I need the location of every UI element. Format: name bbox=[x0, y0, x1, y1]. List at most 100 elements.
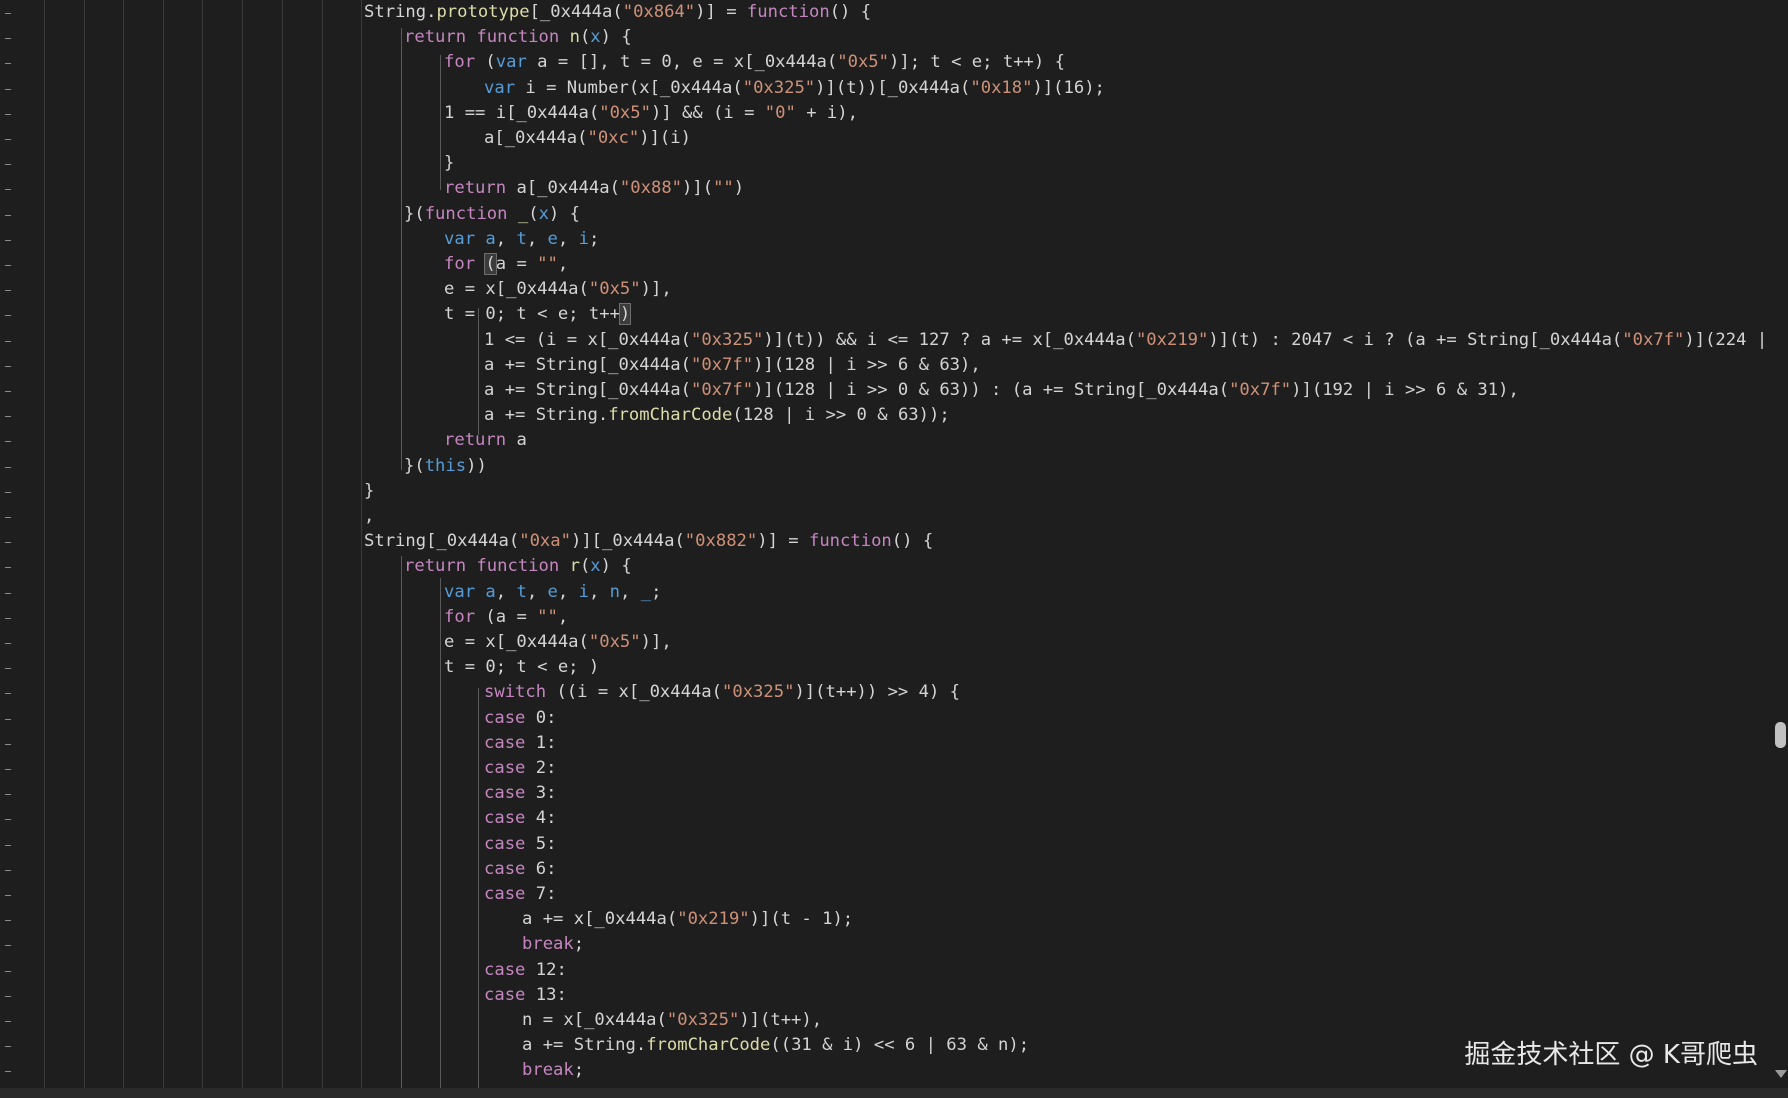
code-token: "0x7f" bbox=[1622, 329, 1685, 350]
code-token: 1: bbox=[535, 732, 557, 753]
code-token: 2: bbox=[535, 758, 557, 778]
vertical-scrollbar[interactable] bbox=[1775, 0, 1788, 1088]
code-token: , bbox=[620, 581, 641, 602]
code-token: ; bbox=[651, 581, 662, 602]
gutter-marker bbox=[5, 416, 11, 418]
code-token: "" bbox=[537, 254, 558, 274]
code-token: a[_0x444a( bbox=[516, 178, 620, 199]
code-line: var i = Number(x[_0x444a("0x325")](t))[_… bbox=[484, 76, 1105, 101]
scrollbar-thumb[interactable] bbox=[1775, 722, 1786, 748]
code-token: , bbox=[557, 606, 569, 627]
gutter-marker bbox=[5, 643, 11, 644]
code-token: case bbox=[484, 808, 536, 829]
code-line: for (a = "", bbox=[444, 252, 568, 277]
code-token: r bbox=[569, 556, 580, 577]
code-token: "0x325" bbox=[742, 77, 816, 98]
gutter-marker bbox=[5, 895, 11, 896]
code-line: case 1: bbox=[484, 731, 556, 756]
code-token: ; bbox=[573, 934, 585, 955]
code-token: "0x882" bbox=[684, 531, 758, 552]
code-editor[interactable]: String.prototype[_0x444a("0x864")] = fun… bbox=[0, 0, 1775, 1088]
code-line: a += x[_0x444a("0x219")](t - 1); bbox=[522, 907, 853, 932]
code-token: "0x864" bbox=[622, 2, 696, 22]
code-token: (128 | i >> 0 & 63)); bbox=[732, 405, 950, 426]
code-token: "0x18" bbox=[970, 77, 1033, 98]
code-token: case bbox=[484, 884, 536, 904]
code-token: 3: bbox=[535, 783, 557, 804]
code-token: 7: bbox=[535, 884, 557, 904]
code-line: case 12: bbox=[484, 958, 567, 983]
code-token: e bbox=[547, 581, 558, 602]
code-token: )](t - 1); bbox=[749, 909, 854, 930]
watermark: 掘金技术社区 @ K哥爬虫 bbox=[1464, 1040, 1758, 1070]
code-token: prototype bbox=[436, 2, 530, 22]
code-line: }(this)) bbox=[404, 454, 487, 479]
code-token: )](i) bbox=[639, 128, 691, 148]
code-token: a bbox=[516, 430, 527, 451]
horizontal-scrollbar[interactable] bbox=[0, 1088, 1788, 1098]
code-token: ) { bbox=[600, 556, 632, 577]
gutter-marker bbox=[5, 139, 11, 140]
code-token: n bbox=[569, 27, 580, 48]
code-token: )][_0x444a( bbox=[570, 531, 685, 552]
gutter-marker bbox=[5, 995, 11, 997]
code-token: )]; t < e; t++) { bbox=[889, 52, 1065, 73]
code-token: i = Number(x[_0x444a( bbox=[525, 77, 743, 98]
code-token: a += String[_0x444a( bbox=[484, 380, 691, 400]
gutter-marker bbox=[5, 920, 11, 922]
code-token: case bbox=[484, 732, 536, 753]
chevron-down-icon[interactable] bbox=[1775, 1070, 1787, 1078]
code-token: String[_0x444a( bbox=[364, 531, 520, 552]
code-token: )](16); bbox=[1032, 77, 1105, 98]
code-token: )] && (i = bbox=[650, 102, 765, 123]
indent-guide bbox=[282, 0, 283, 1088]
gutter-marker bbox=[5, 340, 11, 342]
gutter-marker bbox=[5, 743, 11, 745]
gutter-marker bbox=[5, 265, 11, 266]
gutter-marker bbox=[5, 718, 11, 720]
code-line: return a bbox=[444, 428, 527, 453]
code-token: , bbox=[588, 581, 610, 602]
code-token: )) bbox=[466, 455, 487, 476]
code-token: )](128 | i >> 6 & 63), bbox=[753, 354, 981, 375]
code-token: , bbox=[557, 254, 569, 274]
indent-guide bbox=[202, 0, 203, 1088]
code-token: )](128 | i >> 0 & 63)) : (a += String[_0… bbox=[753, 380, 1230, 400]
code-token: return bbox=[444, 178, 517, 199]
code-line: 1 == i[_0x444a("0x5")] && (i = "0" + i), bbox=[444, 101, 858, 126]
code-token: "0x5" bbox=[588, 279, 641, 300]
code-token: "0x7f" bbox=[1229, 380, 1292, 400]
code-line: a += String.fromCharCode((31 & i) << 6 |… bbox=[522, 1033, 1029, 1058]
code-token: )](t++), bbox=[739, 1010, 823, 1030]
code-line: n = x[_0x444a("0x325")](t++), bbox=[522, 1008, 822, 1033]
code-token: )]( bbox=[682, 178, 714, 199]
code-line: var a, t, e, i, n, _; bbox=[444, 580, 661, 605]
code-token: var bbox=[495, 52, 538, 73]
gutter-marker bbox=[5, 290, 11, 292]
code-token: var bbox=[444, 581, 486, 602]
code-token: ; bbox=[573, 1060, 585, 1081]
code-token: 13: bbox=[535, 984, 567, 1005]
code-line: break; bbox=[522, 1058, 584, 1083]
code-token: "0x325" bbox=[722, 682, 795, 703]
code-token: a += String. bbox=[522, 1035, 647, 1056]
code-token: case bbox=[484, 833, 536, 854]
code-token: "0x7f" bbox=[690, 354, 754, 375]
code-token: "0x5" bbox=[837, 52, 890, 73]
code-token: )](t))[_0x444a( bbox=[815, 77, 971, 98]
indent-guide bbox=[440, 578, 441, 1088]
code-line: 1 <= (i = x[_0x444a("0x325")](t)) && i <… bbox=[484, 328, 1775, 353]
gutter-marker bbox=[5, 88, 11, 90]
code-line: return function n(x) { bbox=[404, 25, 632, 50]
code-token: [_0x444a( bbox=[529, 2, 623, 22]
gutter-marker bbox=[5, 693, 11, 695]
code-token: ((31 & i) << 6 | 63 & n); bbox=[770, 1035, 1030, 1056]
code-line: case 7: bbox=[484, 882, 556, 907]
gutter-marker bbox=[5, 38, 11, 40]
gutter-marker bbox=[5, 113, 11, 115]
code-line: } bbox=[364, 479, 374, 504]
code-token: a = bbox=[495, 254, 538, 274]
code-token: a += x[_0x444a( bbox=[522, 909, 678, 930]
code-token: var bbox=[444, 228, 486, 249]
gutter-marker bbox=[5, 769, 11, 770]
